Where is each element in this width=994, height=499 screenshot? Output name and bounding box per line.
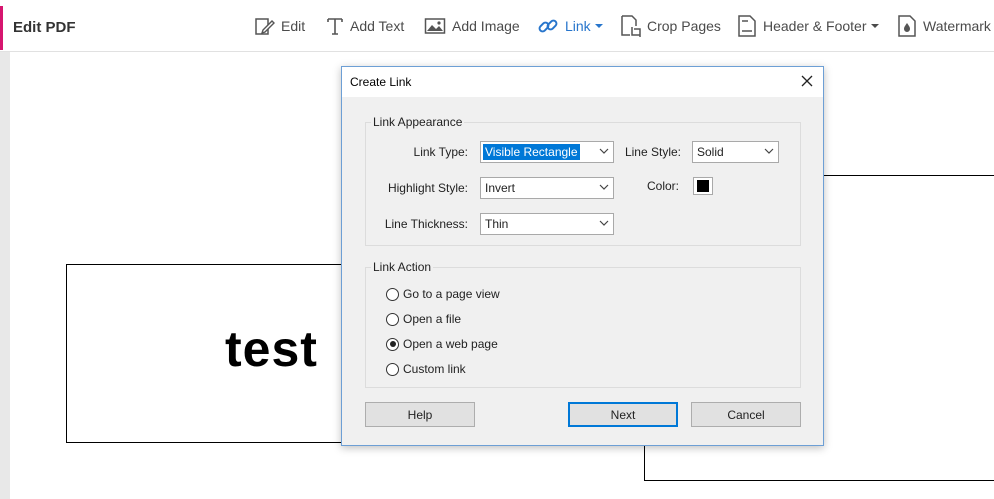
- radio-button[interactable]: [386, 362, 399, 376]
- line-thickness-value: Thin: [485, 217, 509, 231]
- image-icon: [424, 18, 446, 34]
- crop-icon: [621, 15, 641, 37]
- watermark-tool-label: Watermark: [923, 18, 991, 34]
- chevron-down-icon: [760, 142, 778, 162]
- line-style-value: Solid: [697, 145, 724, 159]
- link-type-value: Visible Rectangle: [483, 144, 580, 160]
- link-type-select[interactable]: Visible Rectangle: [480, 141, 614, 163]
- highlight-style-label: Highlight Style:: [387, 181, 468, 195]
- page-icon: [738, 15, 756, 37]
- highlight-style-value: Invert: [485, 181, 516, 195]
- edit-tool-label: Edit: [281, 18, 306, 34]
- radio-button[interactable]: [386, 312, 399, 326]
- dialog-titlebar[interactable]: Create Link: [342, 67, 823, 97]
- radio-label: Open a web page: [403, 337, 498, 351]
- text-icon: [327, 18, 343, 35]
- radio-go-to-page-view[interactable]: Go to a page view: [386, 287, 500, 301]
- chevron-down-icon: [870, 24, 879, 28]
- link-appearance-label: Link Appearance: [371, 115, 465, 129]
- line-thickness-select[interactable]: Thin: [480, 213, 614, 235]
- help-button[interactable]: Help: [365, 402, 475, 427]
- left-gutter: [0, 52, 10, 499]
- radio-label: Custom link: [403, 362, 466, 376]
- chevron-down-icon: [595, 214, 613, 234]
- line-style-select[interactable]: Solid: [692, 141, 779, 163]
- radio-button[interactable]: [386, 337, 399, 351]
- radio-label: Go to a page view: [403, 287, 500, 301]
- radio-custom-link[interactable]: Custom link: [386, 362, 466, 376]
- crop-pages-tool-label: Crop Pages: [647, 18, 721, 34]
- add-image-tool-button[interactable]: Add Image: [424, 0, 520, 52]
- crop-pages-tool-button[interactable]: Crop Pages: [619, 0, 721, 52]
- toolbar: Edit PDF Edit Add Text Add Image Link Cr…: [0, 0, 994, 52]
- document-frame-edge: [644, 480, 994, 481]
- chevron-down-icon: [594, 24, 603, 28]
- add-text-tool-button[interactable]: Add Text: [326, 0, 404, 52]
- edit-tool-button[interactable]: Edit: [253, 0, 305, 52]
- dialog-title: Create Link: [350, 75, 412, 89]
- edit-icon: [255, 18, 275, 35]
- link-tool-label: Link: [565, 18, 591, 34]
- link-action-label: Link Action: [371, 260, 434, 274]
- next-button[interactable]: Next: [568, 402, 678, 427]
- header-footer-tool-label: Header & Footer: [763, 18, 867, 34]
- color-label: Color:: [646, 179, 679, 193]
- document-frame-edge: [822, 175, 994, 176]
- radio-open-file[interactable]: Open a file: [386, 312, 461, 326]
- watermark-tool-button[interactable]: Watermark: [897, 0, 991, 52]
- header-footer-tool-button[interactable]: Header & Footer: [737, 0, 879, 52]
- chevron-down-icon: [595, 142, 613, 162]
- document-text[interactable]: test: [225, 320, 318, 378]
- color-picker[interactable]: [693, 177, 713, 195]
- add-image-tool-label: Add Image: [452, 18, 520, 34]
- cancel-button[interactable]: Cancel: [691, 402, 801, 427]
- add-text-tool-label: Add Text: [350, 18, 405, 34]
- link-tool-button[interactable]: Link: [537, 0, 603, 52]
- watermark-icon: [898, 15, 916, 37]
- link-type-label: Link Type:: [413, 145, 468, 159]
- chevron-down-icon: [595, 178, 613, 198]
- color-swatch-fill: [697, 180, 709, 192]
- create-link-dialog: Create Link Link Appearance Link Type: V…: [341, 66, 824, 446]
- tool-title: Edit PDF: [13, 19, 76, 36]
- link-icon: [538, 19, 558, 33]
- line-style-label: Line Style:: [624, 145, 681, 159]
- highlight-style-select[interactable]: Invert: [480, 177, 614, 199]
- line-thickness-label: Line Thickness:: [384, 217, 468, 231]
- radio-open-web-page[interactable]: Open a web page: [386, 337, 498, 351]
- radio-label: Open a file: [403, 312, 462, 326]
- toolbar-accent: [0, 6, 3, 50]
- close-icon[interactable]: [799, 73, 815, 89]
- radio-button[interactable]: [386, 287, 399, 301]
- document-frame-edge: [644, 444, 645, 481]
